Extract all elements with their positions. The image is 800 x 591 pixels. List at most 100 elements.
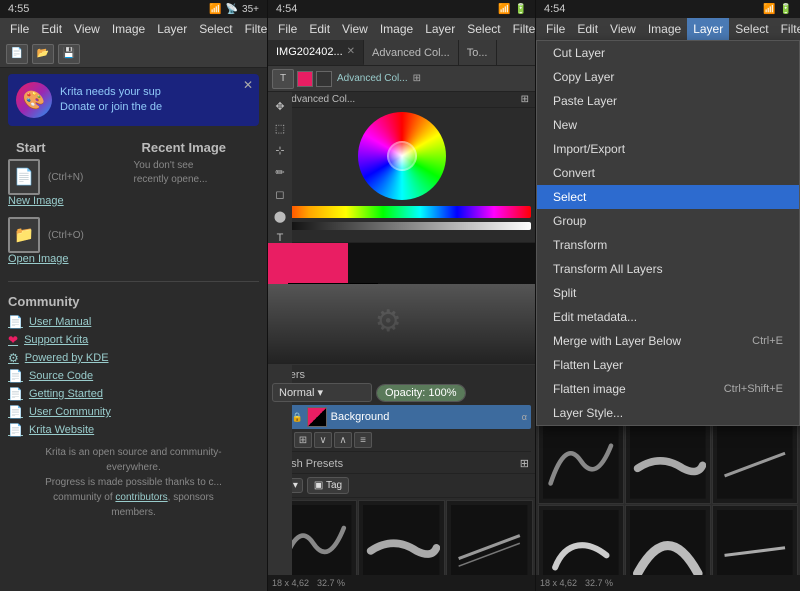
tab-image[interactable]: IMG202402... ✕ bbox=[268, 40, 364, 65]
new-image-item[interactable]: 📄 (Ctrl+N) New Image bbox=[8, 159, 134, 207]
color-wheel-container bbox=[268, 108, 535, 204]
menu-view-3[interactable]: View bbox=[604, 18, 642, 40]
editor-main: ✥ ⬚ ⊹ ✏ ◻ ⬤ T 🔍 ⊙ Advanced Col... ⊞ bbox=[268, 92, 535, 575]
tool-crop[interactable]: ⊹ bbox=[270, 140, 290, 160]
contributors-link[interactable]: contributors bbox=[115, 492, 167, 503]
menu-view-1[interactable]: View bbox=[68, 18, 106, 40]
toolbar-open-btn[interactable]: 📂 bbox=[32, 44, 54, 64]
p2-tool-btn-1[interactable]: T bbox=[272, 69, 294, 89]
community-item-support[interactable]: ❤ Support Krita bbox=[8, 331, 259, 349]
menu-bar-1: File Edit View Image Layer Select Filter bbox=[0, 18, 267, 40]
dropdown-merge[interactable]: Merge with Layer Below Ctrl+E bbox=[537, 329, 799, 353]
tool-paint[interactable]: ✏ bbox=[270, 162, 290, 182]
menu-image-2[interactable]: Image bbox=[374, 18, 419, 40]
dropdown-new[interactable]: New bbox=[537, 113, 799, 137]
toolbar-save-btn[interactable]: 💾 bbox=[58, 44, 80, 64]
toolbar-new-btn[interactable]: 📄 bbox=[6, 44, 28, 64]
community-item-source[interactable]: 📄 Source Code bbox=[8, 367, 259, 385]
dropdown-transform-all[interactable]: Transform All Layers bbox=[537, 257, 799, 281]
bw-gradient-bar[interactable] bbox=[272, 222, 531, 230]
blend-mode-select[interactable]: Normal ▾ bbox=[272, 383, 372, 402]
community-item-kde[interactable]: ⚙ Powered by KDE bbox=[8, 349, 259, 367]
menu-edit-2[interactable]: Edit bbox=[303, 18, 336, 40]
color-wheel[interactable] bbox=[358, 112, 446, 200]
right-brush-cell-2[interactable] bbox=[625, 418, 711, 504]
panel-layer-menu: 4:54 📶 🔋 File Edit View Image Layer Sele… bbox=[536, 0, 800, 591]
community-item-start[interactable]: 📄 Getting Started bbox=[8, 385, 259, 403]
layer-row-bg[interactable]: 👁 🔒 Background α bbox=[272, 405, 531, 429]
right-brush-cell-1[interactable] bbox=[538, 418, 624, 504]
adv-close[interactable]: ⊞ bbox=[521, 94, 529, 105]
tab-adv-color[interactable]: Advanced Col... bbox=[364, 40, 459, 65]
foreground-color-swatch[interactable] bbox=[297, 71, 313, 87]
battery-1: 35+ bbox=[242, 4, 259, 15]
layer-group-btn[interactable]: ⊞ bbox=[294, 432, 312, 448]
community-item-users[interactable]: 📄 User Community bbox=[8, 403, 259, 421]
dropdown-group[interactable]: Group bbox=[537, 209, 799, 233]
dropdown-transform[interactable]: Transform bbox=[537, 233, 799, 257]
adv-color-tab-2[interactable]: Advanced Col... bbox=[337, 73, 408, 84]
tool-select[interactable]: ⬚ bbox=[270, 118, 290, 138]
community-item-manual[interactable]: 📄 User Manual bbox=[8, 313, 259, 331]
canvas-area[interactable]: ⚙ bbox=[268, 243, 535, 364]
community-item-website[interactable]: 📄 Krita Website bbox=[8, 421, 259, 439]
brush-panel-icon[interactable]: ⊞ bbox=[520, 457, 529, 470]
dropdown-import-export[interactable]: Import/Export bbox=[537, 137, 799, 161]
users-label: User Community bbox=[29, 406, 111, 418]
opacity-bar[interactable]: Opacity: 100% bbox=[376, 384, 466, 402]
dropdown-split[interactable]: Split bbox=[537, 281, 799, 305]
layer-menu-btn[interactable]: ≡ bbox=[354, 432, 372, 448]
layer-lock-icon[interactable]: 🔒 bbox=[291, 412, 302, 423]
dropdown-select[interactable]: Select bbox=[537, 185, 799, 209]
menu-filter-1[interactable]: Filter bbox=[239, 18, 268, 40]
panel-close-btn[interactable]: ⊞ bbox=[413, 73, 421, 84]
brush-cell-3[interactable] bbox=[446, 500, 533, 575]
open-image-item[interactable]: 📁 (Ctrl+O) Open Image bbox=[8, 217, 134, 265]
dropdown-paste-layer[interactable]: Paste Layer bbox=[537, 89, 799, 113]
dropdown-cut-layer[interactable]: Cut Layer bbox=[537, 41, 799, 65]
menu-image-1[interactable]: Image bbox=[106, 18, 151, 40]
dropdown-flatten-layer[interactable]: Flatten Layer bbox=[537, 353, 799, 377]
dropdown-flatten-image[interactable]: Flatten image Ctrl+Shift+E bbox=[537, 377, 799, 401]
select-label: Select bbox=[553, 190, 586, 204]
status-icons-3: 📶 🔋 bbox=[763, 4, 792, 15]
menu-layer-2[interactable]: Layer bbox=[419, 18, 461, 40]
menu-edit-3[interactable]: Edit bbox=[571, 18, 604, 40]
brush-cell-2[interactable] bbox=[358, 500, 445, 575]
menu-filter-3[interactable]: Filter bbox=[775, 18, 800, 40]
tool-fill[interactable]: ⬤ bbox=[270, 206, 290, 226]
tool-move[interactable]: ✥ bbox=[270, 96, 290, 116]
tool-eraser[interactable]: ◻ bbox=[270, 184, 290, 204]
dropdown-edit-meta[interactable]: Edit metadata... bbox=[537, 305, 799, 329]
menu-layer-3[interactable]: Layer bbox=[687, 18, 729, 40]
menu-file-2[interactable]: File bbox=[272, 18, 303, 40]
copy-layer-label: Copy Layer bbox=[553, 70, 614, 84]
tab-adv-label: Advanced Col... bbox=[372, 47, 450, 59]
tab-close-icon[interactable]: ✕ bbox=[347, 46, 355, 57]
battery-2: 🔋 bbox=[515, 4, 527, 15]
dropdown-layer-style[interactable]: Layer Style... bbox=[537, 401, 799, 425]
brush-tag-btn[interactable]: ▣ Tag bbox=[307, 477, 349, 494]
layer-down-btn[interactable]: ∨ bbox=[314, 432, 332, 448]
menu-image-3[interactable]: Image bbox=[642, 18, 687, 40]
tab-to[interactable]: To... bbox=[459, 40, 497, 65]
gradient-bar[interactable] bbox=[272, 206, 531, 218]
menu-select-3[interactable]: Select bbox=[729, 18, 774, 40]
menu-layer-1[interactable]: Layer bbox=[151, 18, 193, 40]
right-brush-cell-3[interactable] bbox=[712, 418, 798, 504]
banner-close-btn[interactable]: ✕ bbox=[243, 78, 253, 92]
krita-banner: 🎨 Krita needs your sup Donate or join th… bbox=[8, 74, 259, 126]
background-color-swatch[interactable] bbox=[316, 71, 332, 87]
dropdown-copy-layer[interactable]: Copy Layer bbox=[537, 65, 799, 89]
menu-file-3[interactable]: File bbox=[540, 18, 571, 40]
layer-up-btn[interactable]: ∧ bbox=[334, 432, 352, 448]
dropdown-convert[interactable]: Convert bbox=[537, 161, 799, 185]
status-bar-1: 4:55 📶 📡 35+ bbox=[0, 0, 267, 18]
menu-select-2[interactable]: Select bbox=[461, 18, 506, 40]
menu-select-1[interactable]: Select bbox=[193, 18, 238, 40]
merge-label: Merge with Layer Below bbox=[553, 334, 681, 348]
menu-filter-2[interactable]: Filter bbox=[507, 18, 536, 40]
menu-view-2[interactable]: View bbox=[336, 18, 374, 40]
menu-file-1[interactable]: File bbox=[4, 18, 35, 40]
menu-edit-1[interactable]: Edit bbox=[35, 18, 68, 40]
